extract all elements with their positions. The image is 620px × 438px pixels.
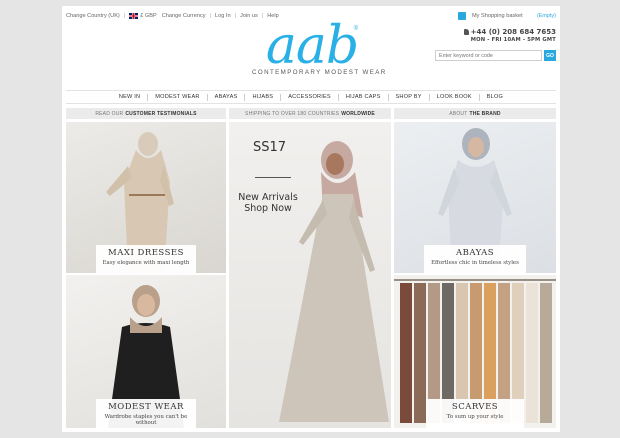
nav-blog[interactable]: BLOG — [478, 93, 510, 101]
basket-status[interactable]: (Empty) — [537, 13, 556, 19]
scarves-subtitle: To sum up your style — [446, 414, 504, 420]
hero-cta[interactable]: New Arrivals Shop Now — [237, 192, 299, 214]
maxi-dresses-tile[interactable]: MAXI DRESSES Easy elegance with maxi len… — [66, 122, 226, 273]
scarves-title: SCARVES — [451, 402, 499, 412]
scarves-tile[interactable]: SCARVES To sum up your style — [394, 275, 556, 428]
abayas-tile[interactable]: ABAYAS Effortless chic in timeless style… — [394, 122, 556, 273]
maxi-dresses-title: MAXI DRESSES — [108, 248, 184, 258]
modest-wear-subtitle: Wardrobe staples you can't be without — [104, 414, 188, 426]
login-link[interactable]: Log In — [215, 13, 231, 19]
registered-mark: ® — [353, 26, 358, 32]
modest-wear-caption: MODEST WEAR Wardrobe staples you can't b… — [96, 399, 196, 428]
new-arrivals-hero[interactable]: SS17 New Arrivals Shop Now — [229, 122, 391, 428]
currency-label: £ GBP — [140, 13, 157, 19]
join-link[interactable]: Join us — [240, 13, 258, 19]
modest-wear-title: MODEST WEAR — [108, 402, 184, 412]
phone-icon — [463, 29, 469, 35]
uk-flag-icon — [129, 13, 139, 19]
change-country-link[interactable]: Change Country (UK) — [66, 13, 120, 19]
main-navigation: NEW IN MODEST WEAR ABAYAS HIJABS ACCESSO… — [66, 90, 556, 104]
nav-modest-wear[interactable]: MODEST WEAR — [147, 93, 206, 101]
nav-hijab-caps[interactable]: HIJAB CAPS — [337, 93, 388, 101]
nav-hijabs[interactable]: HIJABS — [244, 93, 280, 101]
nav-look-book[interactable]: LOOK BOOK — [428, 93, 479, 101]
abayas-caption: ABAYAS Effortless chic in timeless style… — [424, 245, 526, 273]
testimonials-strip[interactable]: READ OUR CUSTOMER TESTIMONIALS — [66, 108, 226, 119]
nav-abayas[interactable]: ABAYAS — [206, 93, 245, 101]
logo-tagline: CONTEMPORARY MODEST WEAR — [252, 69, 387, 76]
nav-new-in[interactable]: NEW IN — [112, 94, 147, 101]
shipping-strip: SHIPPING TO OVER 180 COUNTRIES WORLDWIDE — [229, 108, 391, 119]
nav-accessories[interactable]: ACCESSORIES — [280, 93, 338, 101]
phone-number: +44 (0) 208 684 7653 — [470, 28, 556, 36]
search-input[interactable] — [435, 50, 542, 61]
search-form: GO — [435, 50, 556, 61]
nav-shop-by[interactable]: SHOP BY — [387, 93, 429, 101]
page: Change Country (UK) | £ GBP Change Curre… — [62, 6, 560, 432]
hero-new-arrivals: New Arrivals — [238, 192, 298, 203]
abayas-subtitle: Effortless chic in timeless styles — [431, 260, 519, 266]
top-utility-bar: Change Country (UK) | £ GBP Change Curre… — [66, 13, 279, 19]
shopping-basket-link[interactable]: My Shopping basket — [458, 12, 523, 20]
basket-label: My Shopping basket — [472, 13, 523, 19]
opening-hours: MON - FRI 10AM - 5PM GMT — [470, 37, 556, 43]
scarves-caption: SCARVES To sum up your style — [426, 399, 524, 428]
basket-icon — [458, 12, 466, 20]
modest-wear-tile[interactable]: MODEST WEAR Wardrobe staples you can't b… — [66, 275, 226, 428]
maxi-dresses-subtitle: Easy elegance with maxi length — [102, 260, 190, 266]
hero-season-label: SS17 — [253, 140, 287, 155]
search-button[interactable]: GO — [544, 50, 556, 61]
contact-info: +44 (0) 208 684 7653 MON - FRI 10AM - 5P… — [463, 28, 556, 43]
abayas-title: ABAYAS — [455, 248, 495, 258]
maxi-dresses-caption: MAXI DRESSES Easy elegance with maxi len… — [96, 245, 196, 273]
change-currency-link[interactable]: Change Currency — [162, 13, 206, 19]
hero-model-image — [279, 141, 389, 422]
brand-logo[interactable]: aab ® CONTEMPORARY MODEST WEAR — [252, 20, 387, 76]
hero-divider — [255, 177, 291, 178]
about-brand-strip[interactable]: ABOUT THE BRAND — [394, 108, 556, 119]
hero-shop-now: Shop Now — [244, 203, 292, 214]
